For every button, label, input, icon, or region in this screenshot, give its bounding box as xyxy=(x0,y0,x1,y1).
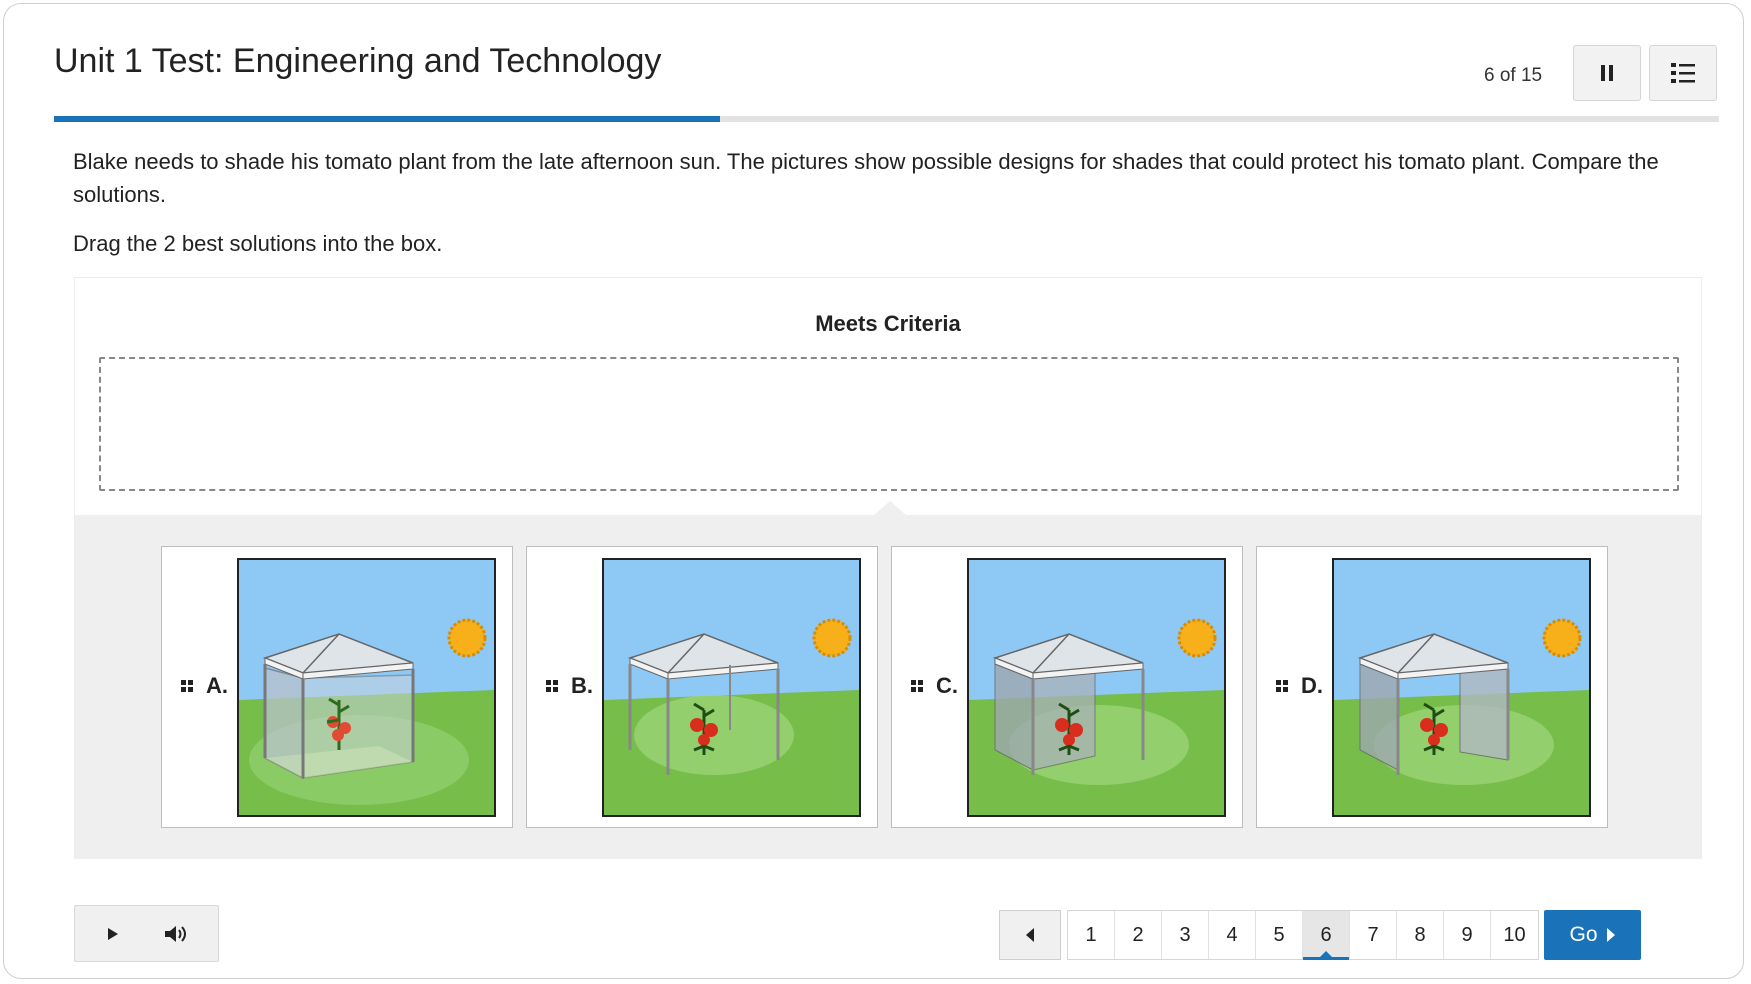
choice-letter: C. xyxy=(936,673,958,698)
design-image-d xyxy=(1332,558,1591,817)
page-button-3[interactable]: 3 xyxy=(1162,911,1209,959)
design-image-c xyxy=(967,558,1226,817)
question-prompt: Blake needs to shade his tomato plant fr… xyxy=(73,149,1659,207)
progress-bar xyxy=(54,116,1719,122)
drag-handle-icon xyxy=(181,680,193,692)
go-button[interactable]: Go xyxy=(1544,910,1641,960)
question-list-button[interactable] xyxy=(1649,45,1717,101)
page-button-7[interactable]: 7 xyxy=(1350,911,1397,959)
answer-choice-b[interactable]: B. xyxy=(526,546,878,828)
page-button-10[interactable]: 10 xyxy=(1491,911,1538,959)
meets-criteria-drop-zone[interactable] xyxy=(99,357,1679,491)
page-button-9[interactable]: 9 xyxy=(1444,911,1491,959)
drag-handle-icon xyxy=(1276,680,1288,692)
choice-letter: A. xyxy=(206,673,228,698)
previous-question-button[interactable] xyxy=(999,910,1061,960)
answer-choice-a[interactable]: A. xyxy=(161,546,513,828)
page-title: Unit 1 Test: Engineering and Technology xyxy=(54,42,662,80)
page-button-4[interactable]: 4 xyxy=(1209,911,1256,959)
page-button-1[interactable]: 1 xyxy=(1068,911,1115,959)
volume-button[interactable] xyxy=(147,906,207,961)
drag-handle-icon xyxy=(546,680,558,692)
page-button-6[interactable]: 6 xyxy=(1303,911,1350,960)
question-pagination: 1 2 3 4 5 6 7 8 9 10 Go xyxy=(999,910,1641,960)
tray-pointer xyxy=(874,501,906,515)
page-number-list: 1 2 3 4 5 6 7 8 9 10 xyxy=(1067,910,1539,960)
test-window: Unit 1 Test: Engineering and Technology … xyxy=(3,3,1744,979)
page-button-8[interactable]: 8 xyxy=(1397,911,1444,959)
go-button-label: Go xyxy=(1569,923,1598,946)
drag-drop-area: Meets Criteria A. B. C. D. xyxy=(74,277,1702,859)
caret-left-icon xyxy=(1026,928,1034,942)
progress-bar-fill xyxy=(54,116,720,122)
design-image-b xyxy=(602,558,861,817)
answer-choice-c[interactable]: C. xyxy=(891,546,1243,828)
answer-choice-d[interactable]: D. xyxy=(1256,546,1608,828)
page-button-2[interactable]: 2 xyxy=(1115,911,1162,959)
choice-letter: B. xyxy=(571,673,593,698)
answer-tray: A. B. C. D. xyxy=(75,501,1701,859)
caret-right-icon xyxy=(1606,928,1615,942)
page-button-5[interactable]: 5 xyxy=(1256,911,1303,959)
play-icon xyxy=(108,927,118,940)
play-button[interactable] xyxy=(83,906,143,961)
audio-controls xyxy=(74,905,219,962)
volume-icon xyxy=(165,925,186,942)
drag-handle-icon xyxy=(911,680,923,692)
drop-box-label: Meets Criteria xyxy=(815,311,961,336)
pause-icon xyxy=(1601,65,1613,81)
choice-letter: D. xyxy=(1301,673,1323,698)
question-instruction: Drag the 2 best solutions into the box. xyxy=(73,231,443,256)
question-list-icon xyxy=(1671,63,1695,83)
pause-button[interactable] xyxy=(1573,45,1641,101)
design-image-a xyxy=(237,558,496,817)
question-counter: 6 of 15 xyxy=(1484,65,1543,86)
